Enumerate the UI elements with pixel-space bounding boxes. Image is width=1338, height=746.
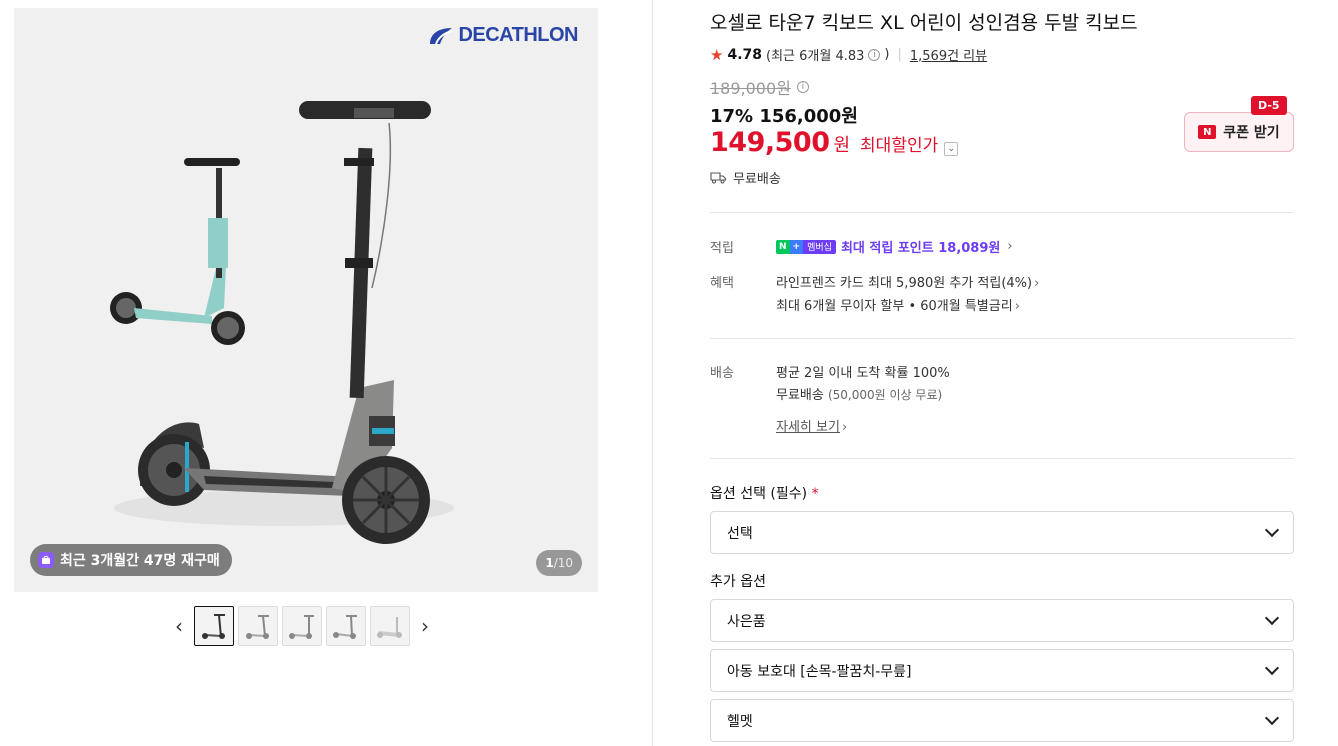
recent-rating-open: (최근 6개월 4.83 [766,49,865,64]
scooter-thumb-icon [377,617,402,638]
final-price-amount: 149,500 [710,127,830,158]
delivery-line-1: 평균 2일 이내 도착 확률 100% [776,366,950,381]
thumbnail-4[interactable] [326,606,366,646]
rating-separator: | [897,47,902,62]
rating-score: 4.78 [727,46,762,63]
thumbnail-1[interactable] [194,606,234,646]
extra-option-select-gift[interactable]: 사은품 [710,599,1294,642]
thumbnail-next-arrow[interactable]: › [414,606,436,646]
delivery-detail-link[interactable]: 자세히 보기 [776,420,840,435]
select-value: 아동 보호대 [손목-팔꿈치-무릎] [727,663,912,680]
scooter-thumb-icon [246,615,269,639]
plus-mark: + [789,239,804,254]
shopping-bag-icon [38,552,54,568]
naver-n-icon: N [1198,125,1217,139]
scooter-mint-illustration [110,158,245,345]
chevron-down-icon [1264,522,1280,537]
select-value: 사은품 [727,613,766,630]
scooter-thumb-icon [202,614,225,639]
image-counter: 1 /10 [536,550,582,576]
divider [710,212,1294,213]
required-option-select[interactable]: 선택 [710,511,1294,554]
product-title: 오셀로 타운7 킥보드 XL 어린이 성인겸용 두발 킥보드 [710,12,1138,34]
points-row[interactable]: N + 멤버십 최대 적립 포인트 18,089원 › [776,237,1013,256]
delivery-free-condition: (50,000원 이상 무료) [827,388,943,402]
benefit-label: 혜택 [710,276,734,291]
original-price: 189,000원 [710,79,791,98]
scooter-thumb-icon [333,615,357,639]
brand-name: DECATHLON [458,24,578,46]
delivery-label: 배송 [710,366,734,381]
column-divider [652,0,653,746]
chevron-right-icon: › [1034,276,1040,291]
required-option-text: 옵션 선택 (필수) [710,486,808,502]
delivery-detail-row[interactable]: 자세히 보기 › [776,416,847,435]
thumbnail-3[interactable] [282,606,322,646]
thumbnail-strip: ‹ › [168,606,436,646]
installment-text: 최대 6개월 무이자 할부 • 60개월 특별금리 [776,299,1013,314]
product-main-image[interactable]: DECATHLON 최근 3개월간 47명 재구매 1 /10 [14,8,598,592]
thumbnail-2[interactable] [238,606,278,646]
select-value: 헬멧 [727,713,753,730]
coupon-button[interactable]: N 쿠폰 받기 [1184,112,1294,152]
shipping-text: 무료배송 [733,172,781,187]
delivery-line-2: 무료배송 (50,000원 이상 무료) [776,384,942,403]
installment-row[interactable]: 최대 6개월 무이자 할부 • 60개월 특별금리 › [776,295,1020,314]
final-price-currency: 원 [833,135,851,156]
naver-plus-membership-icon: N + 멤버십 [776,239,836,254]
chevron-down-icon [1264,660,1280,675]
extra-option-label: 추가 옵션 [710,574,766,590]
delivery-free-text: 무료배송 [776,388,824,403]
thumbnail-prev-arrow[interactable]: ‹ [168,606,190,646]
coupon-label: 쿠폰 받기 [1223,125,1280,141]
membership-mark: 멤버십 [803,239,836,254]
review-count-link[interactable]: 1,569건 리뷰 [910,45,987,64]
required-option-label: 옵션 선택 (필수) * [710,483,819,503]
points-label: 적립 [710,241,734,256]
thumbnail-5[interactable] [370,606,410,646]
info-icon[interactable]: i [868,48,881,61]
max-discount-label[interactable]: 최대할인가 [860,131,938,156]
chevron-down-icon [1264,610,1280,625]
price-info-icon[interactable]: i [796,81,809,93]
image-counter-total: /10 [553,556,573,570]
star-icon: ★ [710,45,724,64]
scooter-main-illustration [114,101,454,544]
rebuy-badge: 최근 3개월간 47명 재구매 [30,544,232,576]
points-text: 최대 적립 포인트 18,089원 [840,241,1001,256]
chevron-right-icon: › [1007,239,1013,254]
chevron-down-icon [1264,710,1280,725]
coupon-d-day-badge: D-5 [1251,96,1287,115]
chevron-right-icon: › [1014,299,1020,314]
select-value: 선택 [727,525,753,542]
image-counter-current: 1 [545,556,554,570]
chevron-down-icon[interactable]: ⌄ [944,142,959,156]
divider [710,458,1294,459]
recent-rating-close: ) [884,47,890,62]
rebuy-text: 최근 3개월간 47명 재구매 [60,553,220,569]
original-price-row: 189,000원 i [710,75,809,99]
card-benefit-row[interactable]: 라인프렌즈 카드 최대 5,980원 추가 적립(4%) › [776,272,1039,291]
extra-option-select-protector[interactable]: 아동 보호대 [손목-팔꿈치-무릎] [710,649,1294,692]
card-benefit-text: 라인프렌즈 카드 최대 5,980원 추가 적립(4%) [776,276,1033,291]
chevron-right-icon: › [841,420,848,435]
rating-row: ★ 4.78 (최근 6개월 4.83 i ) | 1,569건 리뷰 [710,45,987,65]
truck-icon [710,172,727,184]
scooter-thumb-icon [289,615,314,639]
final-price-row: 149,500 원 최대할인가 ⌄ [710,127,959,158]
discount-price: 17% 156,000원 [710,106,858,127]
naver-n-mark: N [776,239,790,254]
shipping-row: 무료배송 [710,168,781,187]
required-mark: * [811,486,819,502]
extra-option-select-helmet[interactable]: 헬멧 [710,699,1294,742]
decathlon-logo-icon [430,27,453,44]
divider [710,338,1294,339]
brand-logo: DECATHLON [428,24,578,47]
